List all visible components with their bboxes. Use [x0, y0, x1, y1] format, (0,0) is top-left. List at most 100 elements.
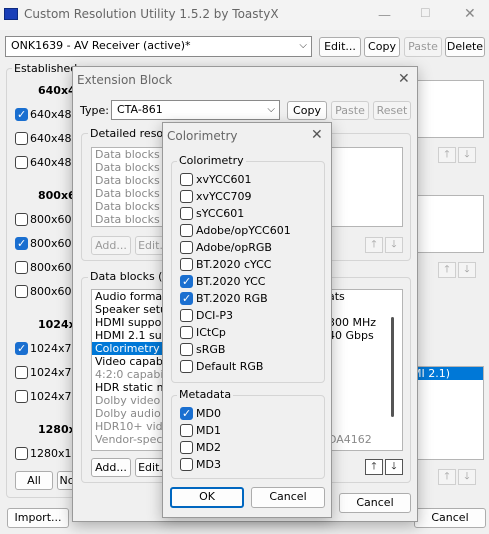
mode-checkbox[interactable]: [15, 261, 28, 274]
option-label: Default RGB: [196, 360, 264, 373]
right-panel-selected-item[interactable]: MI 2.1): [410, 367, 483, 380]
datablocks-add-button[interactable]: Add...: [91, 458, 131, 477]
right-panel-top: [409, 80, 484, 138]
up-arrow-icon[interactable]: 🡑: [365, 237, 383, 253]
all-button[interactable]: All: [15, 471, 53, 490]
option-checkbox[interactable]: [180, 207, 193, 220]
main-edit-button[interactable]: Edit...: [319, 37, 361, 57]
datablock-row-label: Colorimetry: [95, 342, 160, 355]
app-monitor-icon: [4, 8, 18, 20]
type-label: Type:: [80, 104, 109, 117]
colorimetry-title: Colorimetry: [167, 129, 238, 143]
datablocks-scrollbar[interactable]: [391, 317, 394, 417]
main-delete-button[interactable]: Delete: [445, 37, 485, 57]
option-checkbox[interactable]: [180, 190, 193, 203]
chevron-down-icon: ⌵: [299, 40, 307, 51]
colorimetry-close-icon[interactable]: ✕: [311, 127, 323, 143]
metadata-group-label: Metadata: [177, 388, 234, 401]
option-checkbox[interactable]: [180, 173, 193, 186]
right-panel-mid: [409, 195, 484, 253]
colorimetry-window: Colorimetry ✕ Colorimetry xvYCC601 xvYCC7…: [162, 122, 332, 518]
right-panel-bottom: MI 2.1): [409, 366, 484, 460]
ext-cancel-button[interactable]: Cancel: [339, 493, 411, 513]
mode-checkbox[interactable]: [15, 390, 28, 403]
ext-paste-button[interactable]: Paste: [331, 101, 369, 120]
chevron-down-icon: ⌵: [267, 104, 275, 115]
colorimetry-cancel-button[interactable]: Cancel: [251, 487, 325, 508]
mode-checkbox[interactable]: [15, 108, 28, 121]
option-label: Adobe/opRGB: [196, 241, 272, 254]
datablock-row-label: HDMI support: [95, 316, 171, 329]
option-checkbox[interactable]: [180, 360, 193, 373]
mode-checkbox[interactable]: [15, 447, 28, 460]
type-select[interactable]: CTA-861 ⌵: [111, 100, 280, 120]
option-checkbox[interactable]: [180, 424, 193, 437]
monitor-select[interactable]: ONK1639 - AV Receiver (active)* ⌵: [5, 36, 312, 57]
main-paste-button[interactable]: Paste: [404, 37, 442, 57]
option-label: MD1: [196, 424, 221, 437]
colorimetry-group-label: Colorimetry: [177, 154, 246, 167]
datablock-row[interactable]: Colorimetry: [92, 342, 165, 355]
option-checkbox[interactable]: [180, 343, 193, 356]
mode-checkbox[interactable]: [15, 237, 28, 250]
ext-reset-button[interactable]: Reset: [373, 101, 411, 120]
option-checkbox[interactable]: [180, 258, 193, 271]
close-icon[interactable]: ✕: [464, 6, 476, 22]
main-cancel-button[interactable]: Cancel: [414, 508, 486, 528]
option-label: MD2: [196, 441, 221, 454]
mode-checkbox[interactable]: [15, 285, 28, 298]
datablock-row-detail: 40 Gbps: [328, 329, 374, 342]
option-checkbox[interactable]: [180, 275, 193, 288]
datablocks-label: Data blocks (5: [88, 270, 172, 283]
up-arrow-icon[interactable]: 🡑: [438, 262, 456, 278]
option-label: MD0: [196, 407, 221, 420]
established-label: Established: [12, 62, 80, 75]
import-button[interactable]: Import...: [7, 508, 69, 528]
type-select-value: CTA-861: [117, 103, 163, 116]
datablock-row-label: Dolby video: [95, 394, 161, 407]
option-label: xvYCC601: [196, 173, 252, 186]
detailed-add-button[interactable]: Add...: [91, 236, 131, 255]
down-arrow-icon[interactable]: 🡓: [458, 469, 476, 485]
option-label: BT.2020 cYCC: [196, 258, 272, 271]
monitor-select-value: ONK1639 - AV Receiver (active)*: [11, 39, 191, 52]
down-arrow-icon[interactable]: 🡓: [458, 262, 476, 278]
option-label: sYCC601: [196, 207, 245, 220]
up-arrow-icon[interactable]: 🡑: [438, 147, 456, 163]
datablock-row-label: Vendor-specifi: [95, 433, 173, 446]
datablock-row-detail: DA4162: [328, 433, 372, 446]
mode-checkbox[interactable]: [15, 132, 28, 145]
ext-close-icon[interactable]: ✕: [398, 71, 410, 87]
option-checkbox[interactable]: [180, 241, 193, 254]
option-checkbox[interactable]: [180, 224, 193, 237]
option-checkbox[interactable]: [180, 407, 193, 420]
minimize-icon[interactable]: —: [378, 8, 391, 23]
down-arrow-icon[interactable]: 🡓: [458, 147, 476, 163]
ext-title: Extension Block: [77, 73, 173, 87]
up-arrow-icon[interactable]: 🡑: [365, 459, 383, 475]
option-checkbox[interactable]: [180, 458, 193, 471]
option-checkbox[interactable]: [180, 292, 193, 305]
mode-checkbox[interactable]: [15, 366, 28, 379]
ext-copy-button[interactable]: Copy: [287, 101, 327, 120]
mode-checkbox[interactable]: [15, 342, 28, 355]
down-arrow-icon[interactable]: 🡓: [385, 237, 403, 253]
option-checkbox[interactable]: [180, 441, 193, 454]
main-copy-button[interactable]: Copy: [364, 37, 400, 57]
option-label: Adobe/opYCC601: [196, 224, 291, 237]
option-label: BT.2020 YCC: [196, 275, 266, 288]
colorimetry-ok-button[interactable]: OK: [170, 487, 244, 508]
option-label: sRGB: [196, 343, 226, 356]
maximize-icon[interactable]: ☐: [420, 6, 431, 20]
option-label: BT.2020 RGB: [196, 292, 268, 305]
metadata-group: [171, 395, 325, 479]
option-label: ICtCp: [196, 326, 226, 339]
main-title: Custom Resolution Utility 1.5.2 by Toast…: [24, 7, 279, 21]
datablock-row-label: Audio formats: [95, 290, 173, 303]
down-arrow-icon[interactable]: 🡓: [385, 459, 403, 475]
option-checkbox[interactable]: [180, 326, 193, 339]
up-arrow-icon[interactable]: 🡑: [438, 469, 456, 485]
option-checkbox[interactable]: [180, 309, 193, 322]
mode-checkbox[interactable]: [15, 213, 28, 226]
mode-checkbox[interactable]: [15, 156, 28, 169]
